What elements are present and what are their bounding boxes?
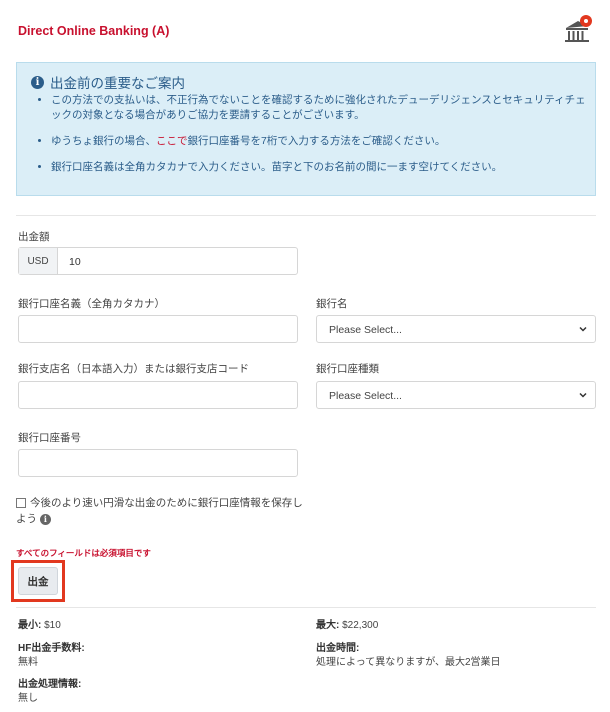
account-name-field[interactable] bbox=[18, 315, 298, 343]
highlight-box: 出金 bbox=[11, 560, 65, 602]
withdraw-button[interactable]: 出金 bbox=[18, 567, 58, 595]
divider bbox=[16, 607, 596, 608]
notice-list: この方法での支払いは、不正行為でないことを確認するために強化されたデューデリジェ… bbox=[37, 93, 591, 186]
amount-field[interactable]: USD 10 bbox=[18, 247, 298, 275]
min-value: $10 bbox=[44, 620, 61, 631]
min-limit: 最小: $10 bbox=[18, 619, 61, 633]
notice-item: この方法での支払いは、不正行為でないことを確認するために強化されたデューデリジェ… bbox=[51, 93, 591, 123]
here-link[interactable]: ここで bbox=[156, 135, 188, 147]
account-number-label: 銀行口座番号 bbox=[18, 432, 81, 444]
save-info-label: 今後のより速い円滑な出金のために銀行口座情報を保存しよう bbox=[16, 497, 303, 525]
time-info: 出金時間: 処理によって異なりますが、最大2営業日 bbox=[316, 642, 501, 670]
bank-name-select[interactable]: Please Select... bbox=[316, 315, 596, 343]
max-label: 最大: bbox=[316, 620, 340, 631]
required-note: すべてのフィールドは必須項目です bbox=[16, 548, 151, 558]
account-number-field[interactable] bbox=[18, 449, 298, 477]
processing-info: 出金処理情報: 無し bbox=[18, 678, 81, 706]
chevron-down-icon bbox=[579, 392, 587, 398]
amount-value: 10 bbox=[69, 256, 81, 268]
save-info-checkbox[interactable] bbox=[16, 498, 26, 509]
branch-field[interactable] bbox=[18, 381, 298, 409]
account-name-label: 銀行口座名義（全角カタカナ） bbox=[18, 298, 165, 310]
account-type-label: 銀行口座種類 bbox=[316, 363, 379, 375]
processing-value: 無し bbox=[18, 693, 38, 704]
withdrawal-page: Direct Online Banking (A) i 出金前の重要なご案内 こ… bbox=[0, 0, 610, 712]
fee-value: 無料 bbox=[18, 657, 38, 668]
amount-label: 出金額 bbox=[18, 231, 50, 243]
notice-heading: i 出金前の重要なご案内 bbox=[31, 72, 185, 92]
chevron-down-icon bbox=[579, 326, 587, 332]
divider bbox=[16, 215, 596, 216]
branch-label: 銀行支店名（日本語入力）または銀行支店コード bbox=[18, 363, 249, 375]
info-icon: i bbox=[31, 75, 44, 89]
fee-label: HF出金手数料: bbox=[18, 643, 85, 654]
save-info-row: 今後のより速い円滑な出金のために銀行口座情報を保存しよう i bbox=[16, 495, 306, 527]
bank-name-value: Please Select... bbox=[329, 324, 402, 336]
time-value: 処理によって異なりますが、最大2営業日 bbox=[316, 657, 501, 668]
info-icon[interactable]: i bbox=[39, 513, 51, 525]
processing-label: 出金処理情報: bbox=[18, 679, 82, 690]
page-title: Direct Online Banking (A) bbox=[18, 24, 170, 38]
notice-item: 銀行口座名義は全角カタカナで入力ください。苗字と下のお名前の間に一ます空けてくだ… bbox=[51, 160, 591, 175]
max-limit: 最大: $22,300 bbox=[316, 619, 378, 633]
account-type-value: Please Select... bbox=[329, 390, 402, 402]
min-label: 最小: bbox=[18, 620, 42, 631]
max-value: $22,300 bbox=[342, 620, 379, 631]
header: Direct Online Banking (A) bbox=[16, 0, 596, 60]
account-type-select[interactable]: Please Select... bbox=[316, 381, 596, 409]
notice-heading-text: 出金前の重要なご案内 bbox=[50, 76, 185, 91]
notice-item: ゆうちょ銀行の場合、ここで銀行口座番号を7桁で入力する方法をご確認ください。 bbox=[51, 134, 591, 149]
bank-name-label: 銀行名 bbox=[316, 298, 348, 310]
fee-info: HF出金手数料: 無料 bbox=[18, 642, 85, 670]
currency-prefix: USD bbox=[19, 248, 58, 274]
notice-item-text: 銀行口座番号を7桁で入力する方法をご確認ください。 bbox=[187, 135, 446, 147]
important-notice: i 出金前の重要なご案内 この方法での支払いは、不正行為でないことを確認するため… bbox=[16, 62, 596, 196]
bank-icon bbox=[565, 15, 592, 42]
time-label: 出金時間: bbox=[316, 643, 360, 654]
notice-item-text: ゆうちょ銀行の場合、 bbox=[51, 135, 156, 147]
